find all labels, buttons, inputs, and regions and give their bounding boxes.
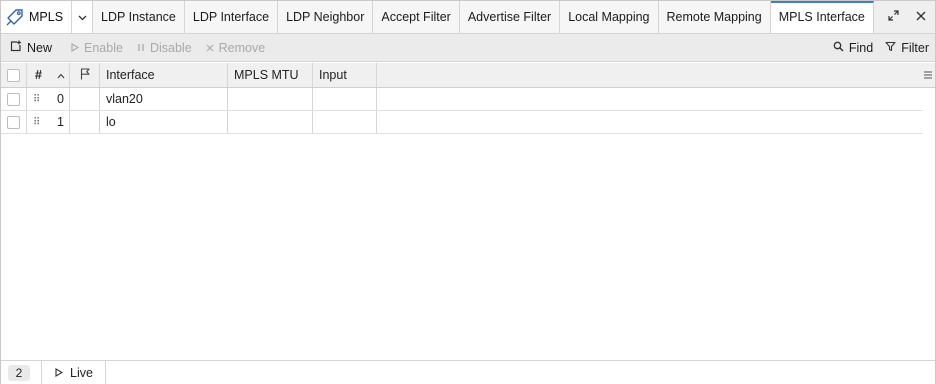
mpls-mtu-column-label: MPLS MTU xyxy=(234,68,299,82)
tab-label: Remote Mapping xyxy=(666,10,762,24)
tab-ldp-interface[interactable]: LDP Interface xyxy=(184,1,279,33)
tab-label: LDP Interface xyxy=(192,10,270,24)
table-row[interactable]: ⠿ 0 vlan20 xyxy=(1,88,923,111)
row-checkbox[interactable] xyxy=(7,115,20,129)
pause-icon xyxy=(137,41,145,55)
new-button[interactable]: New xyxy=(10,35,61,61)
play-icon xyxy=(71,41,80,55)
tab-remote-mapping[interactable]: Remote Mapping xyxy=(658,1,771,33)
tab-accept-filter[interactable]: Accept Filter xyxy=(373,1,460,33)
column-header-mpls-mtu[interactable]: MPLS MTU xyxy=(228,63,313,87)
tab-ldp-neighbor[interactable]: LDP Neighbor xyxy=(278,1,374,33)
row-filler-cell xyxy=(377,111,923,133)
column-header-filler xyxy=(377,63,935,87)
disable-button[interactable]: Disable xyxy=(132,35,201,61)
filter-button[interactable]: Filter xyxy=(873,35,929,61)
restore-icon xyxy=(887,10,899,24)
remove-icon xyxy=(206,41,214,55)
tab-label: LDP Instance xyxy=(101,10,176,24)
select-all-cell xyxy=(1,63,27,87)
remove-button-label: Remove xyxy=(218,40,266,55)
mpls-tag-icon xyxy=(6,8,24,26)
row-select-cell xyxy=(1,111,27,133)
row-num-cell: ⠿ 0 xyxy=(27,88,70,110)
row-checkbox[interactable] xyxy=(7,92,20,106)
row-interface: vlan20 xyxy=(106,92,143,106)
drag-handle-icon[interactable]: ⠿ xyxy=(33,117,40,128)
interface-column-label: Interface xyxy=(106,68,155,82)
tab-ldp-instance[interactable]: LDP Instance xyxy=(93,1,185,33)
flag-icon xyxy=(80,67,90,83)
new-button-label: New xyxy=(27,40,53,55)
close-window-button[interactable] xyxy=(907,1,935,33)
live-button[interactable]: Live xyxy=(42,360,106,384)
remove-button[interactable]: Remove xyxy=(201,35,275,61)
row-interface: lo xyxy=(106,115,116,129)
table-header: # Interface MPLS MTU Input xyxy=(1,63,935,88)
input-column-label: Input xyxy=(319,68,347,82)
play-icon xyxy=(55,366,64,380)
app-title-label: MPLS xyxy=(29,10,64,24)
enable-button[interactable]: Enable xyxy=(61,35,132,61)
row-num: 1 xyxy=(57,115,64,129)
row-interface-cell: lo xyxy=(100,111,228,133)
tab-advertise-filter[interactable]: Advertise Filter xyxy=(459,1,561,33)
row-mpls-mtu-cell xyxy=(228,88,313,110)
drag-handle-icon[interactable]: ⠿ xyxy=(33,94,40,105)
search-icon xyxy=(833,41,844,55)
filter-button-label: Filter xyxy=(901,40,929,55)
disable-button-label: Disable xyxy=(149,40,192,55)
close-icon xyxy=(916,10,926,24)
tab-label: Local Mapping xyxy=(568,10,650,24)
tab-overflow-button[interactable] xyxy=(72,1,94,33)
column-header-flag[interactable] xyxy=(70,63,100,87)
live-button-label: Live xyxy=(70,365,93,380)
table-row[interactable]: ⠿ 1 lo xyxy=(1,111,923,134)
tab-label: MPLS Interface xyxy=(778,10,865,24)
app-title: MPLS xyxy=(1,1,73,33)
mpls-window: MPLS LDP Instance LDP Interface LDP Neig… xyxy=(0,0,936,384)
sort-ascending-icon xyxy=(57,68,65,82)
chevron-down-icon xyxy=(78,10,87,24)
enable-button-label: Enable xyxy=(84,40,123,55)
toolbar: New Enable Disable Remove Find Filter xyxy=(1,34,935,62)
row-num-cell: ⠿ 1 xyxy=(27,111,70,133)
tab-mpls-interface[interactable]: MPLS Interface xyxy=(770,1,874,33)
mpls-interface-table: # Interface MPLS MTU Input ⠿ 0 vlan20 ⠿ … xyxy=(1,63,935,134)
tab-bar: MPLS LDP Instance LDP Interface LDP Neig… xyxy=(1,1,935,34)
find-button-label: Find xyxy=(848,40,874,55)
status-bar: 2 Live xyxy=(1,360,935,384)
item-count: 2 xyxy=(15,365,23,380)
num-column-label: # xyxy=(35,68,42,82)
row-flag-cell xyxy=(70,111,100,133)
row-interface-cell: vlan20 xyxy=(100,88,228,110)
row-filler-cell xyxy=(377,88,923,110)
item-count-badge: 2 xyxy=(8,364,30,381)
row-num: 0 xyxy=(57,92,64,106)
column-header-num[interactable]: # xyxy=(27,63,70,87)
column-header-interface[interactable]: Interface xyxy=(100,63,228,87)
row-flag-cell xyxy=(70,88,100,110)
restore-window-button[interactable] xyxy=(879,1,907,33)
tab-label: LDP Neighbor xyxy=(286,10,365,24)
column-menu-icon[interactable] xyxy=(924,68,932,82)
column-header-input[interactable]: Input xyxy=(313,63,377,87)
tab-label: Advertise Filter xyxy=(467,10,552,24)
select-all-checkbox[interactable] xyxy=(7,68,20,82)
find-button[interactable]: Find xyxy=(821,35,873,61)
tab-local-mapping[interactable]: Local Mapping xyxy=(560,1,659,33)
row-input-cell xyxy=(313,111,377,133)
filter-icon xyxy=(885,41,896,55)
row-mpls-mtu-cell xyxy=(228,111,313,133)
row-select-cell xyxy=(1,88,27,110)
tab-label: Accept Filter xyxy=(381,10,451,24)
row-input-cell xyxy=(313,88,377,110)
new-icon xyxy=(10,40,22,55)
